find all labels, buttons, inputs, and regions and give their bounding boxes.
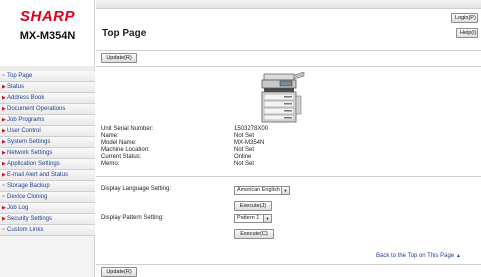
sidebar-item-label: System Settings: [7, 139, 51, 145]
back-to-top-label: Back to the Top on This Page: [376, 253, 455, 259]
update-button[interactable]: Update(R): [101, 53, 137, 63]
login-button[interactable]: Login(P): [451, 13, 478, 23]
sidebar-item-label: Address Book: [7, 95, 45, 101]
printer-image: [261, 72, 305, 123]
sidebar-nav: = Top Page ▶Status ▶Address Book ▶Documen…: [0, 71, 95, 277]
sidebar-item-label: Job Programs: [7, 117, 45, 123]
sidebar-item-email-alert[interactable]: ▶E-mail Alert and Status: [0, 170, 95, 181]
sidebar-item-label: Job Log: [7, 205, 29, 211]
sidebar-item-label: Top Page: [7, 73, 33, 79]
sidebar-item-network-settings[interactable]: ▶Network Settings: [0, 148, 95, 159]
sidebar-item-label: Status: [7, 84, 25, 90]
sidebar-item-label: E-mail Alert and Status: [7, 172, 69, 178]
current-status-value: Online: [234, 154, 252, 160]
sidebar-item-user-control[interactable]: ▶User Control: [0, 126, 95, 137]
name-label: Name:: [101, 133, 119, 139]
page-title: Top Page: [102, 28, 147, 39]
sidebar-item-storage-backup[interactable]: = Storage Backup: [0, 181, 95, 192]
sidebar-item-job-log[interactable]: ▶Job Log: [0, 203, 95, 214]
divider: [96, 176, 481, 177]
serial-number-value: 1503278X00: [234, 126, 269, 132]
help-button[interactable]: Help(I): [456, 28, 478, 38]
model-name-heading: MX-M354N: [19, 30, 76, 42]
sidebar-item-status[interactable]: ▶Status: [0, 82, 95, 93]
sidebar-item-device-cloning[interactable]: = Device Cloning: [0, 192, 95, 203]
sidebar-item-top-page[interactable]: = Top Page: [0, 71, 95, 82]
execute-language-button[interactable]: Execute(J): [234, 201, 272, 211]
name-value: Not Set: [234, 133, 255, 139]
sidebar-item-document-operations[interactable]: ▶Document Operations: [0, 104, 95, 115]
machine-location-label: Machine Location:: [101, 147, 150, 153]
sidebar-item-label: Application Settings: [7, 161, 60, 167]
memo-value: Not Set: [234, 161, 255, 167]
sharp-logo: SHARP: [19, 8, 75, 25]
sidebar-item-label: Security Settings: [7, 216, 53, 222]
machine-location-value: Not Set: [234, 147, 255, 153]
back-to-top-link[interactable]: Back to the Top on This Page ▲: [376, 253, 461, 259]
sidebar-item-label: Custom Links: [7, 227, 44, 233]
divider: [96, 50, 481, 51]
dropdown-arrow-icon: ▼: [281, 187, 289, 194]
sidebar-item-label: Document Operations: [7, 106, 66, 112]
pattern-select-value: Pattern 1: [237, 215, 260, 221]
serial-number-label: Unit Serial Number:: [101, 126, 154, 132]
sidebar-item-label: Device Cloning: [7, 194, 48, 200]
sidebar-item-label: Storage Backup: [7, 183, 50, 189]
triangle-up-icon: ▲: [455, 253, 461, 259]
sidebar-item-address-book[interactable]: ▶Address Book: [0, 93, 95, 104]
language-select[interactable]: American English ▼: [234, 186, 290, 195]
divider: [96, 66, 481, 67]
update-button-bottom[interactable]: Update(R): [101, 267, 137, 277]
language-select-value: American English: [237, 187, 280, 193]
dropdown-arrow-icon: ▼: [263, 215, 271, 222]
sidebar-item-system-settings[interactable]: ▶System Settings: [0, 137, 95, 148]
execute-pattern-button[interactable]: Execute(C): [234, 229, 274, 239]
model-name-value: MX-M354N: [234, 140, 265, 146]
top-bar: [96, 0, 481, 9]
sidebar-item-job-programs[interactable]: ▶Job Programs: [0, 115, 95, 126]
brand-header: SHARP MX-M354N: [0, 0, 95, 66]
sidebar-item-application-settings[interactable]: ▶Application Settings: [0, 159, 95, 170]
model-name-label: Model Name:: [101, 140, 137, 146]
language-setting-label: Display Language Setting:: [101, 186, 172, 192]
sidebar-item-label: Network Settings: [7, 150, 53, 156]
sidebar-item-label: User Control: [7, 128, 41, 134]
pattern-setting-label: Display Pattern Setting:: [101, 215, 164, 221]
sidebar-item-security-settings[interactable]: ▶Security Settings: [0, 214, 95, 225]
sidebar-item-custom-links[interactable]: = Custom Links: [0, 225, 95, 236]
divider: [96, 264, 481, 265]
pattern-select[interactable]: Pattern 1 ▼: [234, 214, 272, 223]
memo-label: Memo:: [101, 161, 120, 167]
current-status-label: Current Status:: [101, 154, 142, 160]
